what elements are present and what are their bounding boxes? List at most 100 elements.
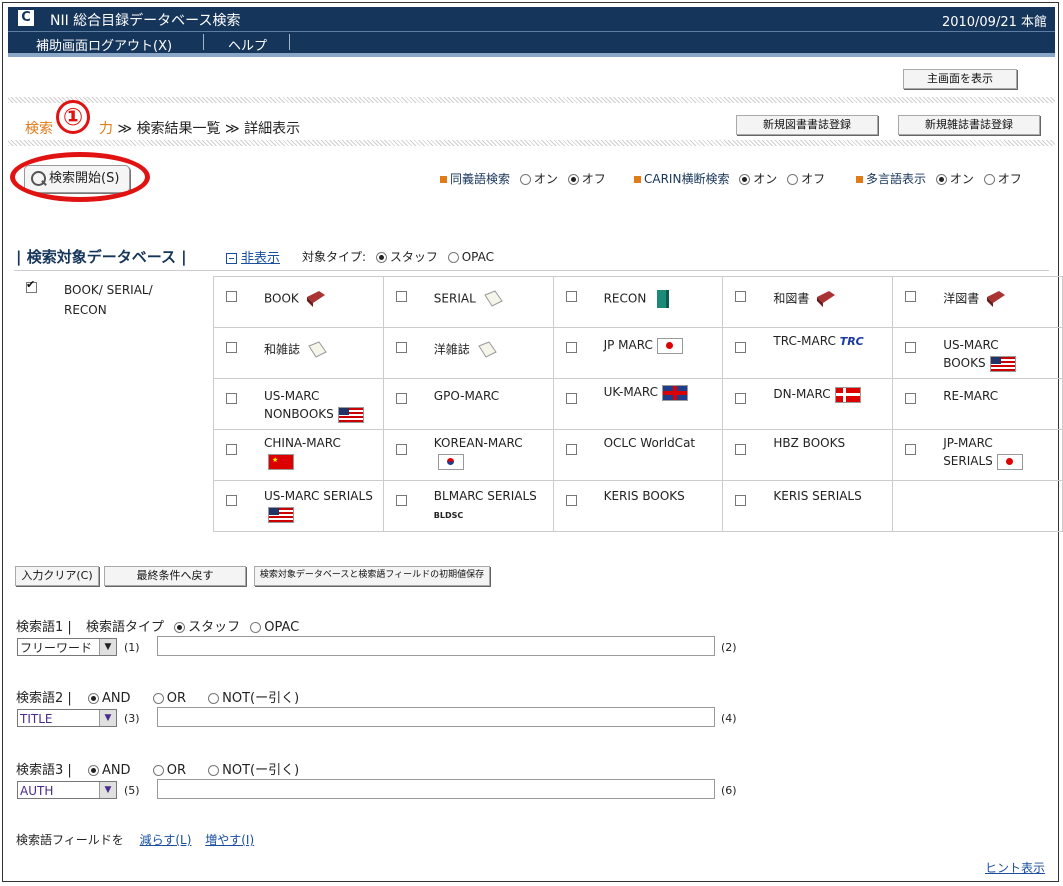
db-checkbox[interactable] — [565, 444, 577, 455]
db-checkbox[interactable] — [735, 444, 747, 455]
term2-input[interactable] — [157, 707, 715, 727]
term1-staff-radio[interactable] — [174, 622, 186, 633]
db-group-checkbox[interactable] — [26, 278, 37, 293]
on-label: オン — [753, 172, 778, 186]
db-checkbox[interactable] — [226, 342, 237, 353]
header-band — [8, 53, 1055, 57]
term2-not-radio[interactable] — [208, 693, 220, 704]
multilang-on-radio[interactable] — [935, 174, 947, 185]
db-cell: BOOK — [213, 276, 384, 328]
not-label: NOT(ー引く) — [222, 691, 300, 706]
term2-and-radio[interactable] — [87, 693, 99, 704]
synonym-off-radio[interactable] — [567, 174, 579, 185]
term3-or-radio[interactable] — [152, 765, 164, 776]
hatch-divider — [8, 140, 1055, 146]
off-label: オフ — [581, 172, 606, 186]
restore-button[interactable]: 最終条件へ戻す — [104, 566, 246, 586]
db-checkbox[interactable] — [905, 342, 917, 353]
carin-off-radio[interactable] — [787, 174, 799, 185]
clear-button[interactable]: 入力クリア(C) — [15, 566, 99, 586]
db-label: 洋雑誌 — [433, 342, 470, 357]
db-checkbox[interactable] — [395, 495, 407, 506]
db-cell: RE-MARC — [892, 378, 1063, 430]
term3-not-radio[interactable] — [208, 765, 220, 776]
menu-divider — [289, 34, 290, 50]
term2-or-radio[interactable] — [152, 693, 164, 704]
db-cell: SERIAL — [382, 276, 554, 328]
chevron-down-icon: ▼ — [99, 710, 116, 726]
db-label: OCLC WorldCat — [603, 436, 696, 450]
target-type: 対象タイプ: スタッフ OPAC — [302, 248, 494, 265]
hatch-divider — [8, 97, 1055, 103]
db-checkbox[interactable] — [226, 393, 237, 404]
uk-flag-icon — [662, 384, 688, 401]
term2-label: 検索語2 | — [16, 691, 72, 706]
term2-field-select[interactable]: TITLE ▼ — [17, 709, 117, 727]
increase-fields-link[interactable]: 増やす(I) — [205, 833, 254, 847]
db-label: CHINA-MARC — [264, 436, 341, 450]
save-defaults-button[interactable]: 検索対象データベースと検索語フィールドの初期値保存 — [254, 566, 490, 586]
target-staff-radio[interactable] — [375, 252, 387, 263]
hide-link[interactable]: 非表示 — [226, 247, 280, 266]
db-checkbox[interactable] — [395, 444, 407, 455]
db-checkbox[interactable] — [905, 291, 917, 302]
new-book-button[interactable]: 新規図書書誌登録 — [736, 115, 878, 135]
staff-label: スタッフ — [188, 620, 241, 635]
db-cell: KERIS SERIALS — [722, 480, 894, 532]
multilang-off-radio[interactable] — [983, 174, 995, 185]
book-icon — [817, 291, 836, 307]
term1-row: 検索語1 | 検索語タイプ スタッフ OPAC — [16, 616, 299, 635]
main-screen-button[interactable]: 主画面を表示 — [903, 69, 1017, 89]
staff-label: スタッフ — [389, 250, 438, 264]
term2-num-right: (4) — [721, 712, 737, 725]
term1-field-select[interactable]: フリーワード ▼ — [17, 638, 117, 656]
db-checkbox[interactable] — [565, 495, 577, 506]
crumb-input[interactable]: 検索 — [25, 121, 53, 137]
db-checkbox[interactable] — [226, 495, 237, 506]
annotation-number: ① — [56, 100, 90, 134]
menu-help[interactable]: ヘルプ — [228, 35, 267, 54]
new-serial-button[interactable]: 新規雑誌書誌登録 — [898, 115, 1040, 135]
db-checkbox[interactable] — [565, 393, 577, 404]
target-opac-radio[interactable] — [447, 252, 459, 263]
crumb-input-tail: 力 — [99, 121, 113, 137]
db-checkbox[interactable] — [226, 291, 237, 302]
crumb-detail: 詳細表示 — [244, 121, 301, 137]
carin-label: CARIN横断検索 — [644, 172, 730, 186]
db-checkbox[interactable] — [565, 342, 577, 353]
hint-link[interactable]: ヒント表示 — [985, 859, 1045, 876]
db-checkbox[interactable] — [905, 444, 917, 455]
db-cell: US-MARC NONBOOKS — [213, 378, 384, 430]
term3-field-select[interactable]: AUTH ▼ — [17, 781, 117, 799]
synonym-on-radio[interactable] — [519, 174, 531, 185]
db-checkbox[interactable] — [395, 291, 407, 302]
term3-input[interactable] — [157, 779, 715, 799]
db-group: BOOK/ SERIAL/ RECON — [26, 278, 153, 317]
term1-input[interactable] — [157, 636, 715, 656]
menu-logout[interactable]: 補助画面ログアウト(X) — [36, 35, 172, 54]
db-label: HBZ BOOKS — [773, 436, 846, 450]
carin-on-radio[interactable] — [739, 174, 751, 185]
bullet-icon — [440, 176, 447, 183]
term3-num-right: (6) — [721, 784, 737, 797]
target-type-label: 対象タイプ: — [302, 250, 367, 264]
term1-opac-radio[interactable] — [250, 622, 262, 633]
db-checkbox[interactable] — [735, 291, 747, 302]
db-label: UK-MARC — [603, 385, 658, 399]
db-label: KOREAN-MARC — [433, 436, 523, 450]
db-checkbox[interactable] — [905, 393, 917, 404]
db-checkbox[interactable] — [395, 342, 407, 353]
db-checkbox[interactable] — [395, 393, 407, 404]
field-control-label: 検索語フィールドを — [16, 833, 124, 847]
db-checkbox[interactable] — [735, 393, 747, 404]
db-label: 洋図書 — [943, 291, 980, 306]
reduce-fields-link[interactable]: 減らす(L) — [140, 833, 192, 847]
db-checkbox[interactable] — [735, 342, 747, 353]
off-label: オフ — [997, 172, 1022, 186]
db-cell: BLMARC SERIALS BLDSC — [382, 480, 554, 532]
term3-and-radio[interactable] — [87, 765, 99, 776]
db-checkbox[interactable] — [565, 291, 577, 302]
db-label: DN-MARC — [773, 387, 831, 401]
db-checkbox[interactable] — [735, 495, 747, 506]
db-checkbox[interactable] — [226, 444, 237, 455]
